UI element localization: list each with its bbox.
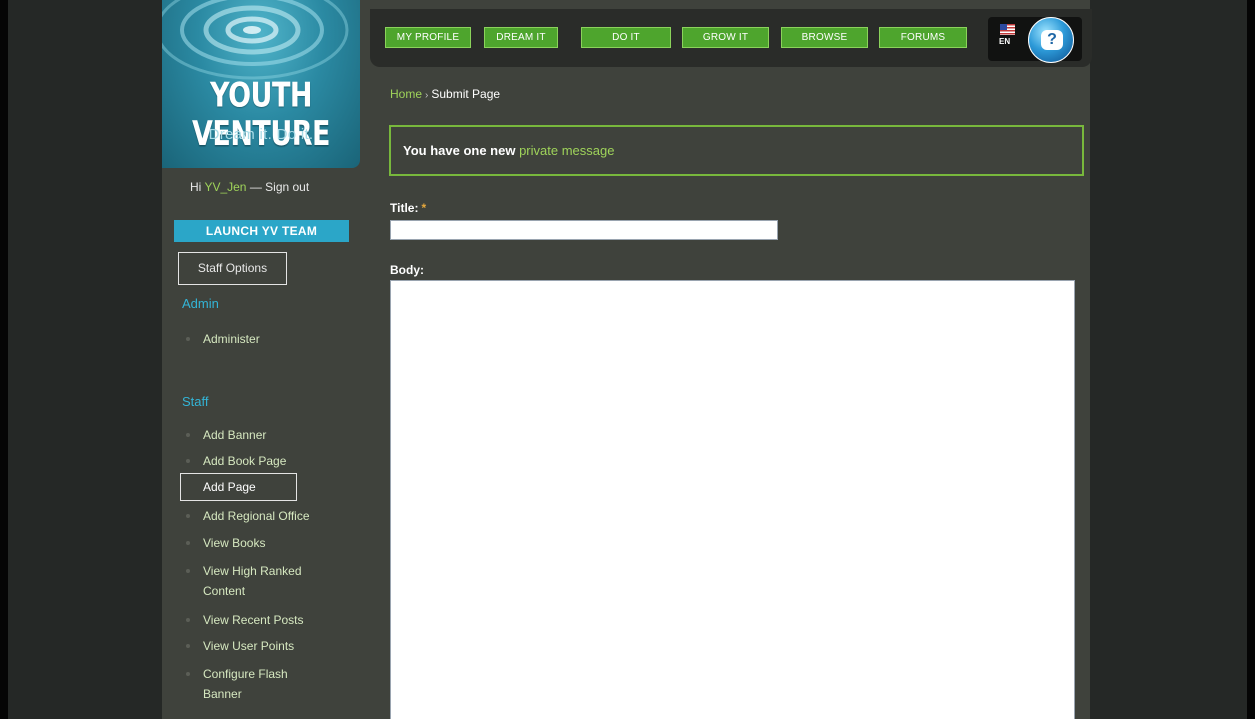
- language-code[interactable]: EN: [999, 37, 1010, 46]
- breadcrumb: Home › Submit Page: [390, 87, 500, 101]
- body-textarea[interactable]: [390, 280, 1075, 719]
- launch-team-button[interactable]: LAUNCH YV TEAM: [174, 220, 349, 242]
- sidebar-item-view-user-points[interactable]: View User Points: [186, 636, 343, 656]
- help-globe-icon[interactable]: ?: [1028, 17, 1074, 63]
- nav-grow-it[interactable]: GROW IT: [682, 27, 769, 48]
- greeting-text: Hi: [190, 180, 205, 194]
- sidebar-item-view-high-ranked-content[interactable]: View High Ranked Content: [186, 561, 333, 601]
- staff-heading: Staff: [182, 394, 209, 409]
- sidebar-item-configure-flash-banner[interactable]: Configure Flash Banner: [186, 664, 323, 704]
- ripple-graphic: [162, 0, 349, 80]
- required-marker: *: [421, 201, 427, 215]
- nav-my-profile[interactable]: MY PROFILE: [385, 27, 471, 48]
- user-greeting: Hi YV_Jen — Sign out: [190, 180, 309, 194]
- sidebar-item-add-page[interactable]: Add Page: [180, 473, 297, 501]
- breadcrumb-home-link[interactable]: Home: [390, 87, 422, 101]
- sidebar-item-view-books[interactable]: View Books: [186, 533, 343, 553]
- frame-left: [0, 0, 8, 719]
- signout-link[interactable]: Sign out: [265, 180, 309, 194]
- sidebar-item-add-regional-office[interactable]: Add Regional Office: [186, 506, 343, 526]
- sidebar-item-add-book-page[interactable]: Add Book Page: [186, 451, 343, 471]
- title-input[interactable]: [390, 220, 778, 240]
- language-help-panel: EN ?: [988, 17, 1082, 63]
- title-label-text: Title:: [390, 201, 419, 215]
- breadcrumb-separator: ›: [425, 90, 429, 101]
- sidebar-item-administer[interactable]: Administer: [186, 329, 343, 349]
- nav-do-it[interactable]: DO IT: [581, 27, 671, 48]
- title-label: Title: *: [390, 201, 426, 215]
- brand-tagline: Dream it. Do it.: [208, 126, 314, 143]
- us-flag-icon[interactable]: [1000, 24, 1015, 35]
- sidebar-item-add-banner[interactable]: Add Banner: [186, 425, 343, 445]
- body-label: Body:: [390, 263, 424, 277]
- greeting-separator: —: [246, 180, 266, 194]
- message-text: You have one new: [403, 143, 516, 158]
- nav-browse[interactable]: BROWSE: [781, 27, 868, 48]
- status-message: You have one new private message: [389, 125, 1084, 176]
- username-link[interactable]: YV_Jen: [204, 180, 246, 194]
- nav-forums[interactable]: FORUMS: [879, 27, 967, 48]
- staff-options-button[interactable]: Staff Options: [178, 252, 287, 285]
- help-question-glyph: ?: [1041, 30, 1063, 50]
- top-navigation: MY PROFILE DREAM IT DO IT GROW IT BROWSE…: [370, 9, 1092, 67]
- logo[interactable]: YOUTH VENTURE Dream it. Do it.: [162, 0, 360, 168]
- nav-dream-it[interactable]: DREAM IT: [484, 27, 558, 48]
- breadcrumb-current: Submit Page: [431, 87, 501, 101]
- page: YOUTH VENTURE Dream it. Do it. Hi YV_Jen…: [162, 0, 1092, 719]
- frame-right: [1247, 0, 1255, 719]
- admin-heading: Admin: [182, 296, 219, 311]
- sidebar-item-view-recent-posts[interactable]: View Recent Posts: [186, 610, 343, 630]
- private-message-link[interactable]: private message: [519, 143, 614, 158]
